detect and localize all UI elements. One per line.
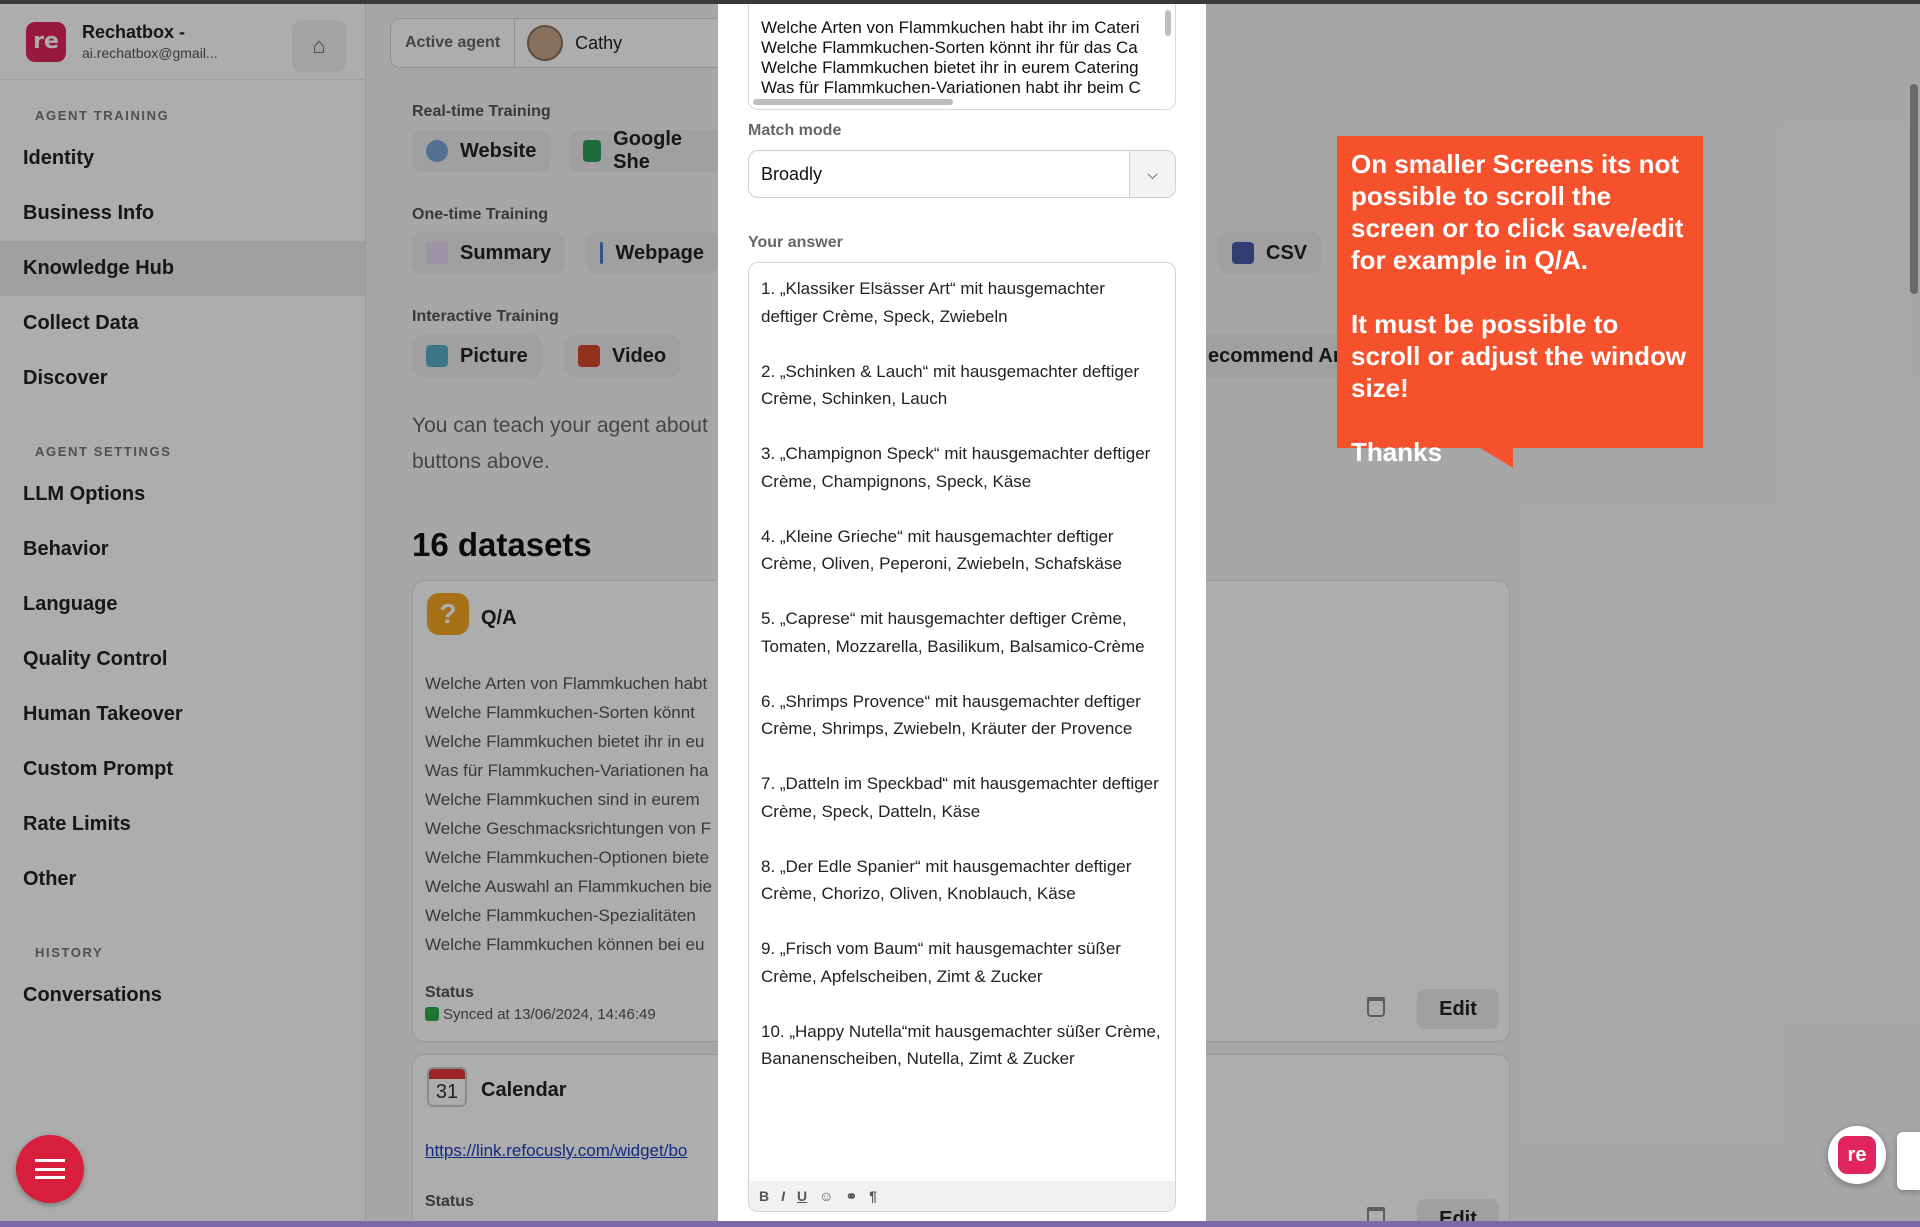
chat-widget-button[interactable]: re [1828, 1126, 1886, 1184]
hamburger-icon [35, 1159, 65, 1179]
answer-item: 5. „Caprese“ mit hausgemachter deftiger … [761, 609, 1145, 656]
emoji-icon[interactable]: ☺ [819, 1188, 833, 1204]
questions-textarea[interactable]: Welche Arten von Flammkuchen habt ihr im… [748, 4, 1176, 110]
modal-question: Welche Flammkuchen-Sorten könnt ihr für … [761, 38, 1138, 57]
paragraph-icon[interactable]: ¶ [869, 1188, 877, 1204]
window-top-edge [0, 0, 1920, 4]
callout-text: Thanks [1351, 437, 1443, 467]
match-mode-value: Broadly [761, 163, 823, 184]
answer-item: 1. „Klassiker Elsässer Art“ mit hausgema… [761, 279, 1105, 326]
menu-fab-button[interactable] [16, 1135, 84, 1203]
answer-item: 2. „Schinken & Lauch“ mit hausgemachter … [761, 361, 1139, 409]
match-mode-select[interactable]: Broadly ⌵ [748, 150, 1176, 198]
answer-item: 4. „Kleine Grieche“ mit hausgemachter de… [761, 526, 1122, 574]
answer-item: 3. „Champignon Speck“ mit hausgemachter … [761, 444, 1151, 491]
modal-question: Welche Flammkuchen bietet ihr in eurem C… [761, 58, 1139, 77]
callout-tail [1477, 446, 1513, 468]
answer-item: 9. „Frisch vom Baum“ mit hausgemachter s… [761, 939, 1121, 986]
answer-item: 7. „Datteln im Speckbad“ mit hausgemacht… [761, 774, 1159, 821]
chevron-down-icon[interactable]: ⌵ [1129, 151, 1175, 197]
side-panel-tab[interactable] [1897, 1132, 1920, 1190]
modal-question: Was für Flammkuchen-Variationen habt ihr… [761, 78, 1141, 97]
questions-vertical-scrollbar[interactable] [1165, 10, 1171, 36]
bold-icon[interactable]: B [759, 1188, 769, 1204]
qa-edit-modal: Welche Arten von Flammkuchen habt ihr im… [718, 4, 1206, 1227]
callout-text: It must be possible to scroll or adjust … [1351, 309, 1687, 403]
link-icon[interactable]: ⚭ [845, 1188, 857, 1205]
match-mode-label: Match mode [748, 122, 842, 139]
modal-question: Welche Arten von Flammkuchen habt ihr im… [761, 18, 1140, 37]
answer-editor[interactable]: 1. „Klassiker Elsässer Art“ mit hausgema… [748, 262, 1176, 1212]
answer-label: Your answer [748, 234, 843, 251]
editor-toolbar: B I U ☺ ⚭ ¶ [749, 1181, 1175, 1211]
answer-text[interactable]: 1. „Klassiker Elsässer Art“ mit hausgema… [749, 263, 1175, 1073]
questions-horizontal-scrollbar[interactable] [753, 99, 953, 105]
underline-icon[interactable]: U [797, 1188, 807, 1204]
annotation-callout: On smaller Screens its not possible to s… [1337, 136, 1703, 468]
answer-item: 10. „Happy Nutella“mit hausgemachter süß… [761, 1021, 1161, 1069]
italic-icon[interactable]: I [781, 1188, 785, 1204]
answer-item: 6. „Shrimps Provence“ mit hausgemachter … [761, 691, 1141, 739]
bottom-strip [0, 1221, 1920, 1227]
chat-logo-icon: re [1838, 1136, 1876, 1174]
answer-item: 8. „Der Edle Spanier“ mit hausgemachter … [761, 856, 1132, 904]
callout-text: On smaller Screens its not possible to s… [1351, 149, 1684, 275]
